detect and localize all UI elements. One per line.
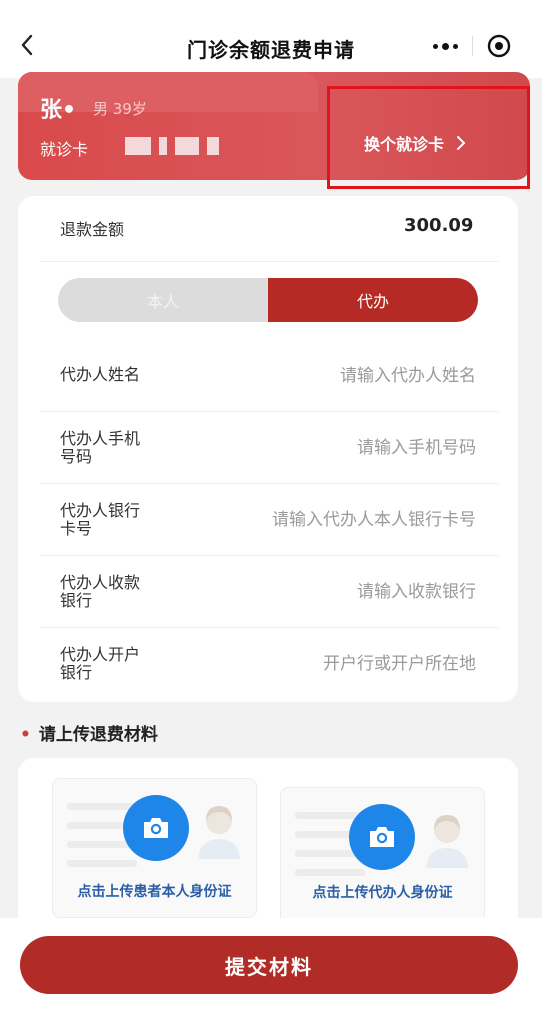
proxy-receiving-bank-label: 代办人收款银行 (60, 573, 141, 610)
proxy-bank-card-label: 代办人银行卡号 (60, 501, 141, 538)
proxy-phone-field: 代办人手机号码 (40, 412, 498, 484)
camera-icon (349, 804, 415, 870)
camera-icon (123, 795, 189, 861)
target-icon[interactable] (486, 33, 512, 59)
proxy-name-label: 代办人姓名 (60, 365, 141, 384)
avatar-placeholder-icon (426, 815, 468, 868)
patient-name: 张• (40, 98, 77, 123)
upload-title-text: 请上传退费材料 (38, 725, 158, 745)
submit-button[interactable]: 提交材料 (20, 936, 518, 994)
card-number-label: 就诊卡 (40, 140, 89, 159)
avatar-placeholder-icon (198, 806, 240, 859)
proxy-id-caption: 点击上传代办人身份证 (312, 885, 453, 901)
nav-divider (472, 36, 473, 56)
required-mark: • (20, 725, 31, 745)
proxy-phone-input[interactable] (196, 412, 476, 483)
proxy-bank-card-input[interactable] (176, 484, 476, 555)
proxy-bank-card-field: 代办人银行卡号 (40, 484, 498, 556)
proxy-receiving-bank-field: 代办人收款银行 (40, 556, 498, 628)
toggle-proxy[interactable]: 代办 (268, 278, 478, 322)
proxy-opening-bank-label: 代办人开户银行 (60, 645, 141, 682)
proxy-id-upload[interactable]: 点击上传代办人身份证 (280, 787, 485, 927)
proxy-name-field: 代办人姓名 (40, 340, 498, 412)
proxy-receiving-bank-input[interactable] (196, 556, 476, 627)
proxy-phone-label: 代办人手机号码 (60, 429, 141, 466)
applicant-toggle: 本人 代办 (58, 278, 478, 322)
highlight-box (327, 86, 530, 189)
toggle-self[interactable]: 本人 (58, 278, 268, 322)
patient-id-caption: 点击上传患者本人身份证 (77, 884, 232, 900)
upload-section-title: • 请上传退费材料 (20, 720, 158, 745)
proxy-opening-bank-field: 代办人开户银行 (40, 628, 498, 700)
proxy-opening-bank-input[interactable] (196, 628, 476, 700)
amount-row (40, 190, 498, 262)
navigation-bar: 门诊余额退费申请 (0, 0, 542, 78)
card-number-masked (125, 135, 225, 157)
patient-id-upload[interactable]: 点击上传患者本人身份证 (52, 778, 257, 918)
more-dots-icon[interactable] (425, 34, 465, 58)
patient-info: 男 39岁 (93, 100, 147, 118)
proxy-name-input[interactable] (196, 340, 476, 411)
